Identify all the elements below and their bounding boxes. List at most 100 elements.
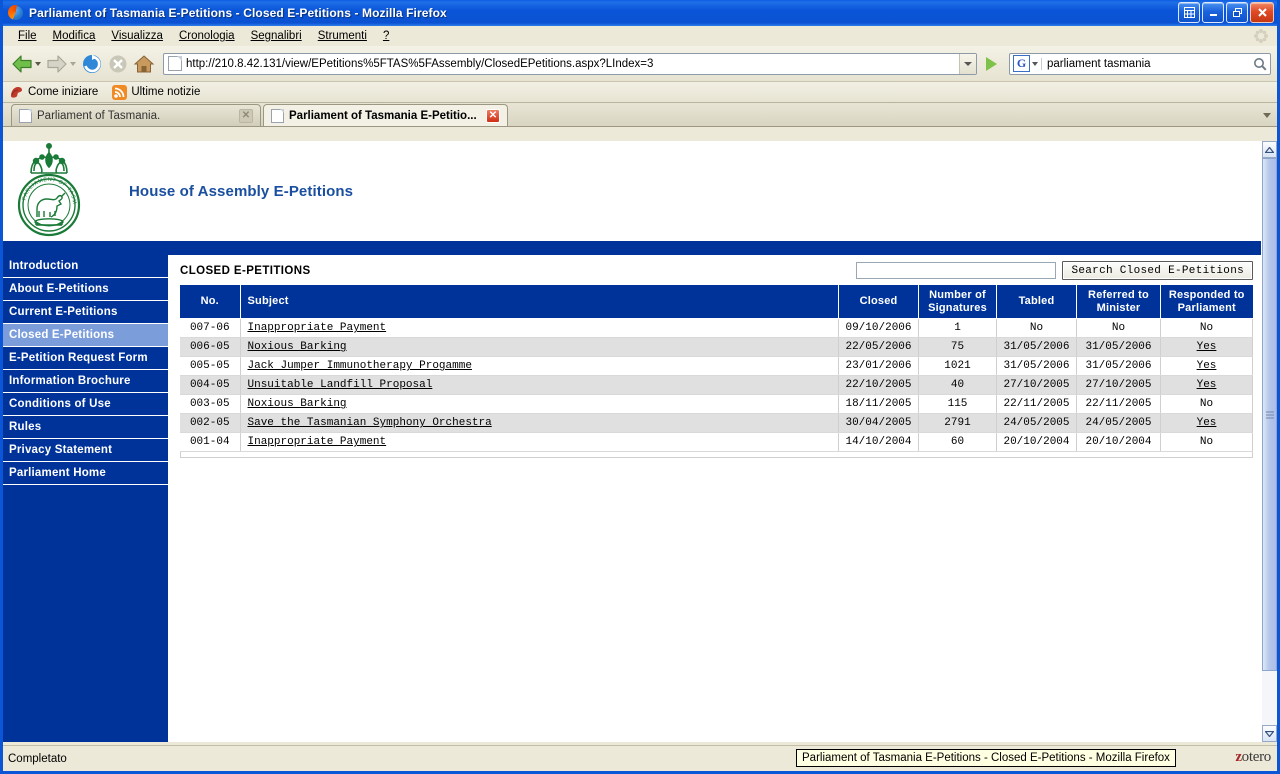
column-header-subject[interactable]: Subject [240, 285, 839, 320]
column-header-line2: Minister [1096, 301, 1141, 314]
search-closed-epetitions-button[interactable]: Search Closed E-Petitions [1062, 261, 1253, 280]
sidebar-item-information-brochure[interactable]: Information Brochure [3, 370, 168, 393]
cell-no: 006-05 [180, 337, 241, 358]
header-blue-band [3, 241, 1261, 255]
menu-item-help[interactable]: ? [375, 29, 397, 43]
tab-closed-epetitions[interactable]: Parliament of Tasmania E-Petitio... ✕ [263, 104, 508, 126]
forward-button[interactable] [44, 51, 70, 77]
sidebar-item-about-epetitions[interactable]: About E-Petitions [3, 278, 168, 301]
scrollbar-thumb[interactable] [1262, 158, 1277, 671]
scroll-up-button[interactable] [1262, 141, 1277, 158]
zotero-button[interactable]: zotero [1235, 749, 1271, 766]
menu-item-segnalibri[interactable]: Segnalibri [243, 29, 310, 43]
response-link[interactable]: Yes [1197, 360, 1217, 372]
stop-button[interactable] [105, 51, 131, 77]
tab-close-icon[interactable]: ✕ [239, 108, 253, 123]
tab-strip: Parliament of Tasmania. ✕ Parliament of … [3, 103, 1277, 127]
menu-item-strumenti[interactable]: Strumenti [310, 29, 375, 43]
tab-label: Parliament of Tasmania. [37, 109, 161, 122]
sidebar-item-parliament-home[interactable]: Parliament Home [3, 462, 168, 485]
home-button[interactable] [131, 51, 157, 77]
sidebar-item-epetition-request-form[interactable]: E-Petition Request Form [3, 347, 168, 370]
column-header-tabled[interactable]: Tabled [996, 285, 1077, 320]
cell-signatures: 1 [918, 318, 997, 339]
back-button[interactable] [9, 51, 35, 77]
tab-page-icon [271, 108, 284, 123]
petition-link[interactable]: Noxious Barking [248, 398, 347, 410]
sidebar-item-closed-epetitions[interactable]: Closed E-Petitions [3, 324, 168, 347]
petition-link[interactable]: Jack Jumper Immunotherapy Progamme [248, 360, 472, 372]
cell-signatures: 60 [918, 432, 997, 453]
menu-item-modifica[interactable]: Modifica [45, 29, 104, 43]
menu-item-strumenti-label: Strumenti [317, 30, 367, 42]
menu-item-file[interactable]: File [10, 29, 45, 43]
menu-item-cronologia[interactable]: Cronologia [171, 29, 243, 43]
search-group: Search Closed E-Petitions [856, 261, 1253, 280]
response-link[interactable]: Yes [1197, 417, 1217, 429]
address-bar[interactable]: http://210.8.42.131/view/EPetitions%5FTA… [163, 52, 977, 75]
column-header-number-of-signatures[interactable]: Number of Signatures [918, 285, 997, 320]
content-header: CLOSED E-PETITIONS Search Closed E-Petit… [180, 255, 1253, 285]
back-history-dropdown-icon[interactable] [35, 61, 41, 66]
petition-link[interactable]: Noxious Barking [248, 341, 347, 353]
page-viewport: PARLIAMENT OF TASMANIA House of Assembly… [3, 141, 1277, 742]
tab-list-dropdown-icon[interactable] [1263, 105, 1271, 123]
sidebar-item-conditions-of-use[interactable]: Conditions of Use [3, 393, 168, 416]
sidebar-item-introduction[interactable]: Introduction [3, 255, 168, 278]
scroll-down-button[interactable] [1262, 725, 1277, 742]
menu-item-visualizza[interactable]: Visualizza [103, 29, 171, 43]
google-search-engine-icon[interactable]: G [1013, 55, 1030, 72]
url-text[interactable]: http://210.8.42.131/view/EPetitions%5FTA… [186, 58, 959, 70]
cell-no: 003-05 [180, 394, 241, 415]
menu-item-segnalibri-label: Segnalibri [250, 30, 302, 42]
cell-referred: 22/11/2005 [1076, 394, 1161, 415]
flower-decoration-icon [1253, 28, 1269, 44]
search-input[interactable]: parliament tasmania [1041, 57, 1250, 70]
maximize-button[interactable] [1226, 2, 1248, 23]
go-button[interactable] [979, 52, 1003, 76]
reload-button[interactable] [79, 51, 105, 77]
sidebar-item-rules[interactable]: Rules [3, 416, 168, 439]
cell-subject: Save the Tasmanian Symphony Orchestra [240, 413, 839, 434]
page-scrollbar[interactable] [1261, 141, 1277, 742]
column-header-closed[interactable]: Closed [838, 285, 919, 320]
tab-close-icon[interactable]: ✕ [486, 108, 500, 123]
minimize-button[interactable] [1202, 2, 1224, 23]
cell-no: 007-06 [180, 318, 241, 339]
cell-responded: No [1160, 432, 1253, 453]
cell-closed: 30/04/2005 [838, 413, 919, 434]
cell-tabled: No [996, 318, 1077, 339]
search-icon[interactable] [1250, 57, 1270, 71]
status-text: Completato [8, 752, 67, 765]
petition-link[interactable]: Unsuitable Landfill Proposal [248, 379, 433, 391]
petition-link[interactable]: Inappropriate Payment [248, 322, 387, 334]
page-icon [168, 56, 182, 71]
sidebar-item-privacy-statement[interactable]: Privacy Statement [3, 439, 168, 462]
column-header-referred-to-minister[interactable]: Referred to Minister [1076, 285, 1161, 320]
forward-history-dropdown-icon[interactable] [70, 61, 76, 66]
column-header-no[interactable]: No. [180, 285, 241, 320]
petition-link[interactable]: Save the Tasmanian Symphony Orchestra [248, 417, 492, 429]
close-button[interactable] [1250, 2, 1274, 23]
column-header-responded-to-parliament[interactable]: Responded to Parliament [1160, 285, 1253, 320]
table-row: 004-05 Unsuitable Landfill Proposal 22/1… [180, 375, 1253, 396]
bookmark-ultime-notizie[interactable]: Ultime notizie [112, 84, 200, 100]
address-dropdown-icon[interactable] [959, 53, 976, 74]
response-link[interactable]: Yes [1197, 341, 1217, 353]
search-engine-dropdown-icon[interactable] [1032, 61, 1038, 66]
search-bar[interactable]: G parliament tasmania [1009, 52, 1271, 75]
sidebar-item-current-epetitions[interactable]: Current E-Petitions [3, 301, 168, 324]
sidebar-item-label: Current E-Petitions [9, 306, 118, 318]
cell-no: 001-04 [180, 432, 241, 453]
sidebar-nav: Introduction About E-Petitions Current E… [3, 255, 168, 742]
scrollbar-track[interactable] [1262, 158, 1277, 725]
tab-parliament-of-tasmania[interactable]: Parliament of Tasmania. ✕ [11, 104, 261, 126]
scrollbar-grip-icon [1265, 411, 1274, 418]
restore-all-button[interactable] [1178, 2, 1200, 23]
petition-link[interactable]: Inappropriate Payment [248, 436, 387, 448]
table-row: 003-05 Noxious Barking 18/11/2005 115 22… [180, 394, 1253, 415]
response-link[interactable]: Yes [1197, 379, 1217, 391]
bookmark-come-iniziare[interactable]: Come iniziare [9, 85, 98, 100]
closed-epetitions-search-input[interactable] [856, 262, 1057, 279]
table-head: No. Subject Closed Number of Signatures … [180, 285, 1253, 320]
